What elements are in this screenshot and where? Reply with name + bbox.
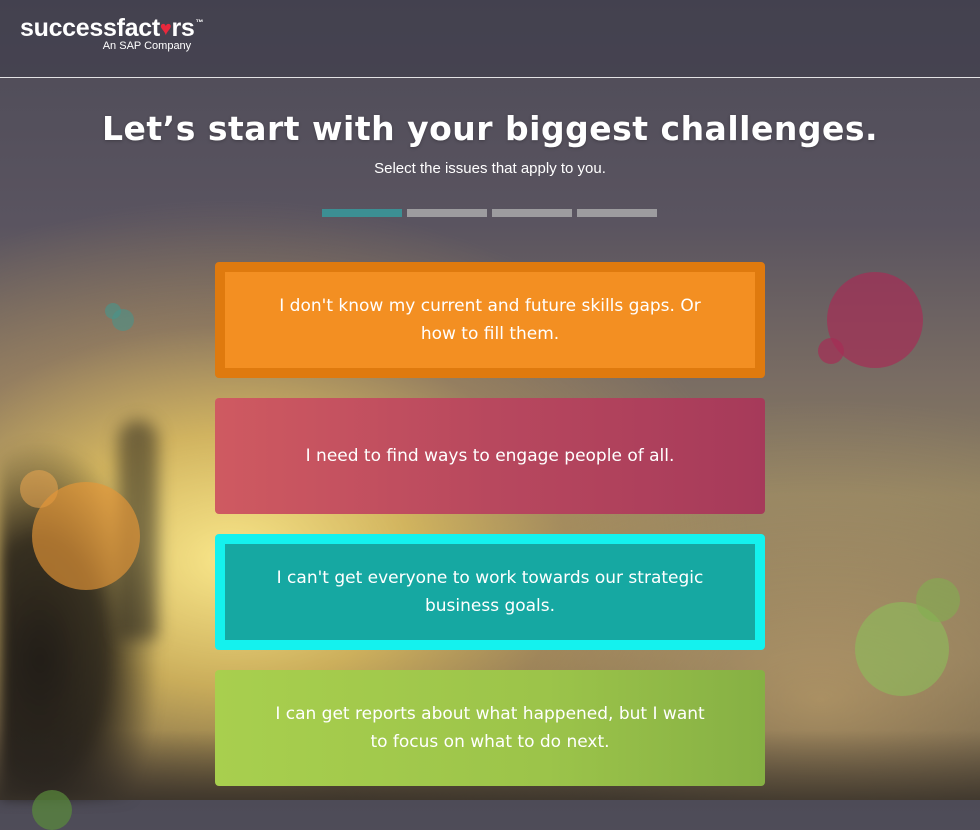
site-header: successfact ♥ rs ™ An SAP Company (0, 0, 980, 78)
page-subtitle: Select the issues that apply to you. (374, 160, 606, 177)
logo-wordmark-end: rs (171, 14, 195, 42)
decor-bubble-orange (32, 482, 140, 590)
decor-bubble-teal (112, 309, 134, 331)
challenge-option-label: I don't know my current and future skill… (279, 296, 701, 344)
challenge-option-label: I need to find ways to engage people of … (305, 446, 675, 466)
challenge-option-reports[interactable]: I can get reports about what happened, b… (215, 670, 765, 786)
heart-icon: ♥ (159, 18, 172, 40)
logo-wordmark-text: successfact (20, 14, 160, 42)
progress-step-3 (492, 209, 572, 217)
decor-bubble-green-small (916, 578, 960, 622)
logo-wordmark: successfact ♥ rs ™ (20, 14, 203, 42)
progress-indicator (322, 209, 657, 217)
challenge-option-label: I can't get everyone to work towards our… (276, 568, 704, 616)
progress-step-1 (322, 209, 402, 217)
page-title: Let’s start with your biggest challenges… (101, 109, 879, 148)
progress-step-4 (577, 209, 657, 217)
decor-bubble-green-bottom (32, 790, 72, 830)
decor-bubble-magenta-small (818, 338, 844, 364)
challenge-option-skills-gaps[interactable]: I don't know my current and future skill… (215, 262, 765, 378)
successfactors-logo[interactable]: successfact ♥ rs ™ An SAP Company (20, 14, 203, 52)
trademark-icon: ™ (195, 18, 204, 27)
progress-step-2 (407, 209, 487, 217)
challenge-option-engage-people[interactable]: I need to find ways to engage people of … (215, 398, 765, 514)
challenge-option-label: I can get reports about what happened, b… (275, 704, 705, 752)
challenge-option-strategic-goals[interactable]: I can't get everyone to work towards our… (215, 534, 765, 650)
